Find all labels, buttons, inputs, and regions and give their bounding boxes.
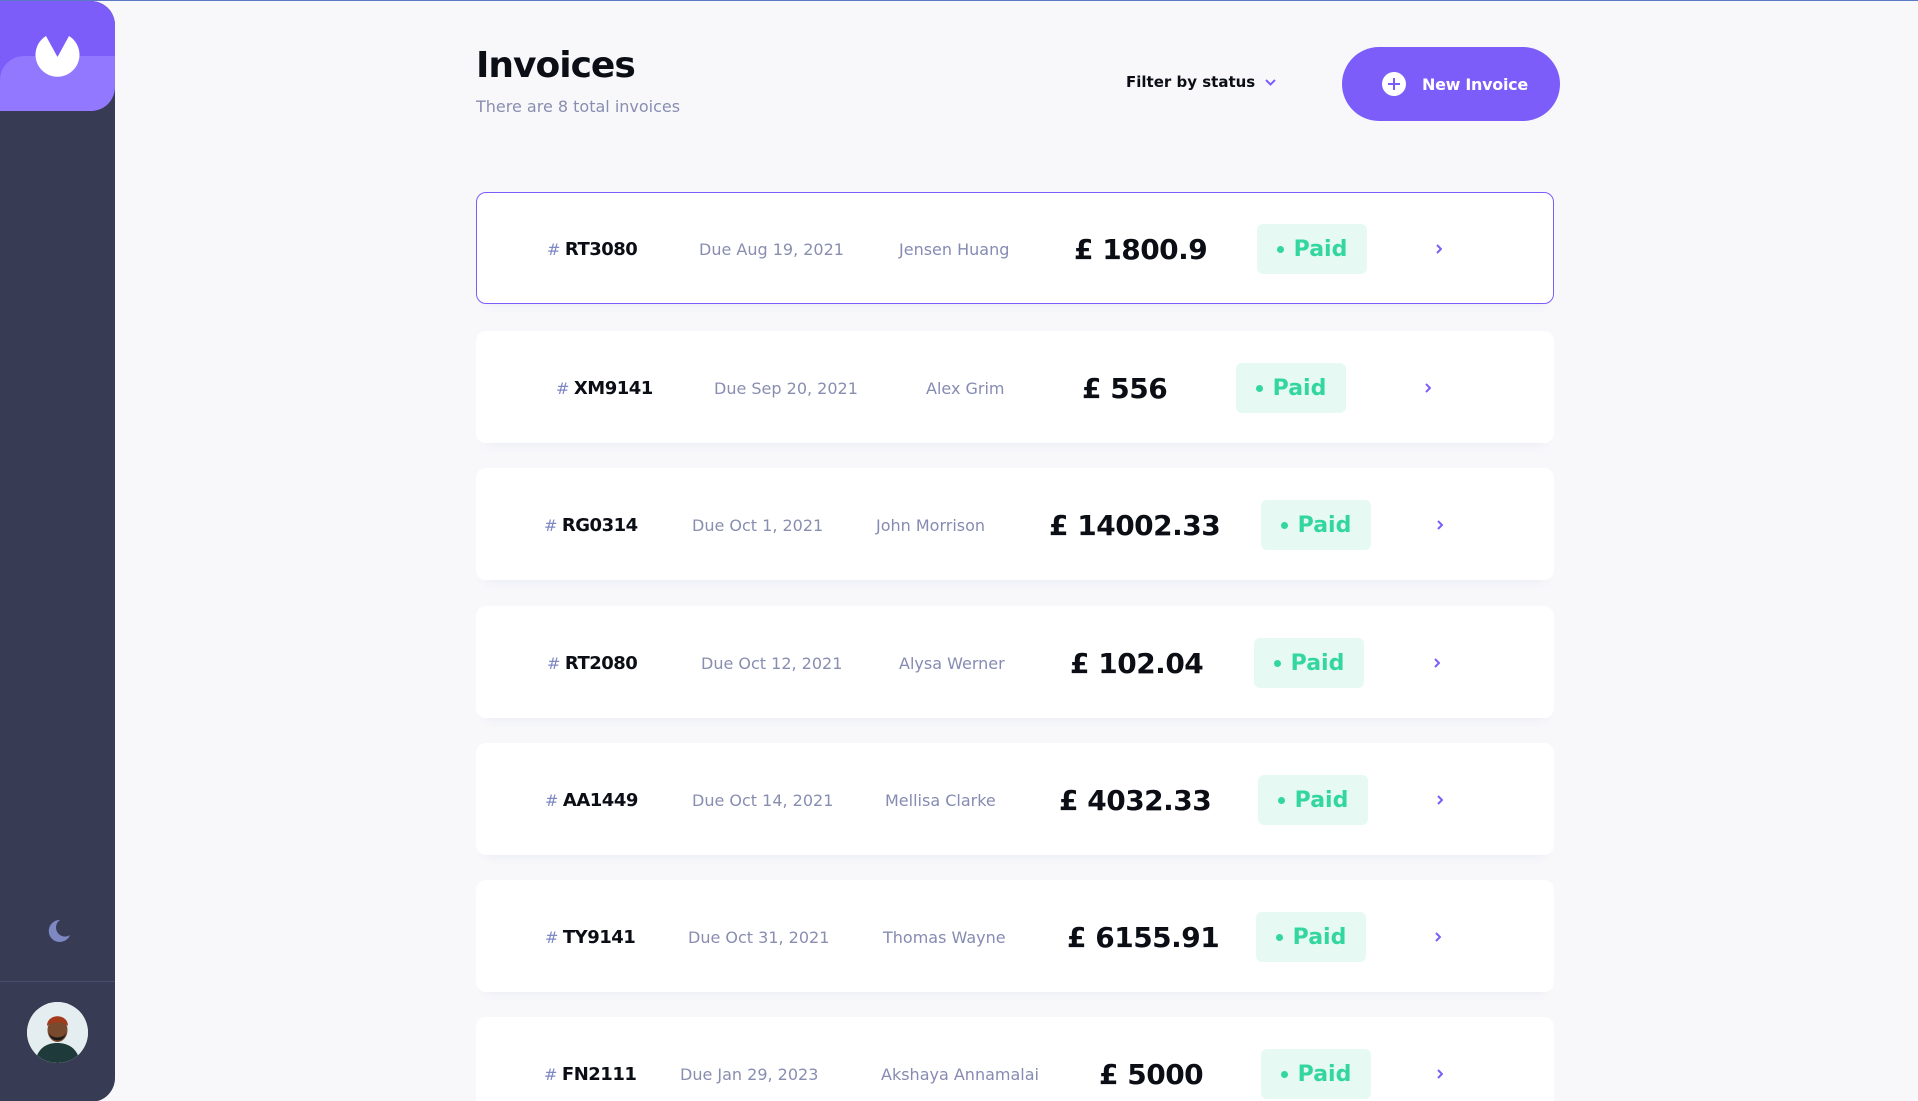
invoice-row[interactable]: # XM9141 Due Sep 20, 2021 Alex Grim £ 556… [476, 331, 1554, 443]
status-badge: Paid [1261, 500, 1371, 550]
chevron-right-icon [1433, 1018, 1447, 1101]
invoice-id: # TY9141 [545, 881, 636, 993]
invoice-id-value: TY9141 [562, 926, 636, 948]
status-badge: Paid [1257, 224, 1367, 274]
invoice-row[interactable]: # RT3080 Due Aug 19, 2021 Jensen Huang £ … [476, 192, 1554, 304]
invoice-due-date: Due Oct 12, 2021 [701, 653, 843, 673]
invoice-count: There are 8 total invoices [476, 97, 681, 116]
invoice-due-date: Due Jan 29, 2023 [680, 1064, 819, 1084]
status-dot [1280, 1070, 1288, 1078]
chevron-down-icon [1265, 78, 1276, 86]
filter-label: Filter by status [1126, 73, 1256, 91]
status-label: Paid [1272, 375, 1327, 401]
invoice-client: Mellisa Clarke [885, 790, 996, 810]
invoice-id: # AA1449 [545, 744, 638, 856]
avatar[interactable] [27, 1002, 88, 1063]
invoice-amount: £ 1800.9 [1074, 232, 1208, 266]
invoice-due-date: Due Aug 19, 2021 [699, 239, 844, 259]
invoice-client: Akshaya Annamalai [881, 1064, 1039, 1084]
invoice-id: # RT3080 [547, 193, 638, 305]
new-invoice-label: New Invoice [1422, 74, 1528, 94]
invoice-client: Alex Grim [926, 378, 1005, 398]
invoice-amount: £ 4032.33 [1059, 783, 1212, 817]
hash-symbol: # [544, 1064, 557, 1084]
status-label: Paid [1290, 650, 1345, 676]
chevron-right-icon [1433, 469, 1447, 581]
status-badge: Paid [1236, 363, 1346, 413]
invoice-row[interactable]: # AA1449 Due Oct 14, 2021 Mellisa Clarke … [476, 743, 1554, 855]
hash-symbol: # [556, 378, 569, 398]
status-dot [1273, 659, 1281, 667]
chevron-right-icon [1433, 744, 1447, 856]
status-label: Paid [1297, 1061, 1352, 1087]
invoice-due-date: Due Oct 14, 2021 [692, 790, 834, 810]
new-invoice-button[interactable]: New Invoice [1342, 47, 1560, 121]
invoice-id-value: AA1449 [562, 789, 638, 811]
invoice-id-value: FN2111 [561, 1063, 637, 1085]
page-title: Invoices [476, 45, 636, 86]
invoice-client: John Morrison [876, 515, 986, 535]
app-logo[interactable] [0, 1, 115, 111]
status-dot [1255, 384, 1263, 392]
status-badge: Paid [1254, 638, 1364, 688]
invoice-id-value: RT3080 [564, 238, 638, 260]
invoice-id-value: RT2080 [564, 652, 638, 674]
chevron-right-icon [1431, 881, 1445, 993]
invoice-amount: £ 5000 [1099, 1057, 1204, 1091]
status-dot [1275, 933, 1283, 941]
hash-symbol: # [547, 653, 560, 673]
status-label: Paid [1294, 787, 1349, 813]
chevron-right-icon [1430, 607, 1444, 719]
status-badge: Paid [1256, 912, 1366, 962]
invoice-client: Alysa Werner [899, 653, 1005, 673]
chevron-right-icon [1432, 193, 1446, 305]
plus-circle-icon [1382, 72, 1406, 96]
avatar-image [27, 1002, 88, 1063]
invoice-client: Thomas Wayne [883, 927, 1006, 947]
invoice-due-date: Due Oct 31, 2021 [688, 927, 830, 947]
status-dot [1277, 796, 1285, 804]
status-label: Paid [1292, 924, 1347, 950]
hash-symbol: # [545, 790, 558, 810]
invoice-client: Jensen Huang [899, 239, 1010, 259]
invoice-row[interactable]: # RT2080 Due Oct 12, 2021 Alysa Werner £ … [476, 606, 1554, 718]
status-dot [1276, 245, 1284, 253]
sidebar-divider [0, 981, 115, 982]
chevron-right-icon [1421, 332, 1435, 444]
sidebar [0, 1, 115, 1101]
invoice-due-date: Due Oct 1, 2021 [692, 515, 824, 535]
invoice-row[interactable]: # TY9141 Due Oct 31, 2021 Thomas Wayne £ … [476, 880, 1554, 992]
status-label: Paid [1293, 236, 1348, 262]
invoice-row[interactable]: # RG0314 Due Oct 1, 2021 John Morrison £ … [476, 468, 1554, 580]
hash-symbol: # [545, 927, 558, 947]
invoice-id-value: XM9141 [573, 377, 653, 399]
invoice-amount: £ 556 [1082, 371, 1168, 405]
hash-symbol: # [547, 239, 560, 259]
invoice-row[interactable]: # FN2111 Due Jan 29, 2023 Akshaya Annamal… [476, 1017, 1554, 1101]
status-dot [1280, 521, 1288, 529]
invoice-amount: £ 102.04 [1070, 646, 1204, 680]
invoice-id: # RG0314 [544, 469, 638, 581]
invoice-amount: £ 14002.33 [1049, 508, 1221, 542]
moon-icon[interactable] [44, 917, 72, 945]
status-label: Paid [1297, 512, 1352, 538]
invoice-due-date: Due Sep 20, 2021 [714, 378, 858, 398]
invoice-id: # XM9141 [556, 332, 653, 444]
app-logo-icon [35, 36, 80, 77]
invoice-id: # RT2080 [547, 607, 638, 719]
hash-symbol: # [544, 515, 557, 535]
status-badge: Paid [1261, 1049, 1371, 1099]
filter-by-status-dropdown[interactable]: Filter by status [1126, 73, 1276, 91]
invoice-id-value: RG0314 [561, 514, 638, 536]
status-badge: Paid [1258, 775, 1368, 825]
invoice-id: # FN2111 [544, 1018, 637, 1101]
invoice-amount: £ 6155.91 [1067, 920, 1220, 954]
